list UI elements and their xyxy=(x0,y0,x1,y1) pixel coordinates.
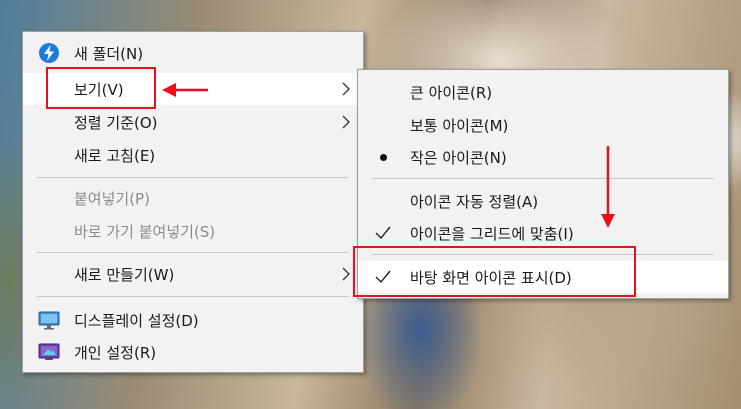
menu-item-new[interactable]: 새로 만들기(W) xyxy=(23,258,363,290)
menu-item-personalize[interactable]: 개인 설정(R) xyxy=(23,336,363,368)
menu-separator xyxy=(37,296,349,297)
menu-item-label: 바로 가기 붙여넣기(S) xyxy=(74,222,216,241)
bullet-icon xyxy=(380,154,387,161)
view-submenu: 큰 아이콘(R) 보통 아이콘(M) 작은 아이콘(N) 아이콘 자동 정렬(A… xyxy=(357,69,729,299)
menu-item-label: 큰 아이콘(R) xyxy=(410,83,493,102)
menu-item-paste-shortcut[interactable]: 바로 가기 붙여넣기(S) xyxy=(23,215,363,247)
menu-item-label: 붙여넣기(P) xyxy=(74,189,150,208)
menu-item-label: 보통 아이콘(M) xyxy=(410,116,509,135)
menu-item-label: 새로 고침(E) xyxy=(74,146,156,165)
menu-item-label: 새 폴더(N) xyxy=(74,44,144,63)
chevron-right-icon xyxy=(342,115,350,129)
checkmark-icon xyxy=(375,270,391,284)
menu-item-label: 바탕 화면 아이콘 표시(D) xyxy=(410,268,572,287)
monitor-icon xyxy=(37,308,61,332)
submenu-item-auto-arrange[interactable]: 아이콘 자동 정렬(A) xyxy=(358,185,728,217)
submenu-item-large-icons[interactable]: 큰 아이콘(R) xyxy=(358,76,728,108)
submenu-item-show-desktop-icons[interactable]: 바탕 화면 아이콘 표시(D) xyxy=(358,261,728,293)
menu-item-new-folder[interactable]: 새 폴더(N) xyxy=(23,37,363,69)
personalize-icon xyxy=(37,340,61,364)
desktop-context-menu: 새 폴더(N) 보기(V) 정렬 기준(O) 새로 고침(E) 붙여넣기(P) … xyxy=(22,31,364,373)
menu-item-label: 새로 만들기(W) xyxy=(74,265,175,284)
submenu-item-medium-icons[interactable]: 보통 아이콘(M) xyxy=(358,109,728,141)
menu-item-label: 보기(V) xyxy=(74,80,124,99)
menu-item-view[interactable]: 보기(V) xyxy=(23,73,363,105)
menu-item-paste[interactable]: 붙여넣기(P) xyxy=(23,182,363,214)
checkmark-icon xyxy=(375,226,391,240)
menu-separator xyxy=(37,177,349,178)
menu-item-label: 개인 설정(R) xyxy=(74,343,157,362)
menu-item-label: 작은 아이콘(N) xyxy=(410,148,507,167)
chevron-right-icon xyxy=(342,267,350,281)
submenu-item-align-to-grid[interactable]: 아이콘을 그리드에 맞춤(I) xyxy=(358,217,728,249)
chevron-right-icon xyxy=(342,82,350,96)
menu-item-label: 아이콘 자동 정렬(A) xyxy=(410,192,539,211)
menu-separator xyxy=(37,252,349,253)
submenu-item-small-icons[interactable]: 작은 아이콘(N) xyxy=(358,141,728,173)
menu-item-label: 아이콘을 그리드에 맞춤(I) xyxy=(410,224,574,243)
menu-separator xyxy=(372,178,714,179)
menu-item-display-settings[interactable]: 디스플레이 설정(D) xyxy=(23,304,363,336)
menu-item-refresh[interactable]: 새로 고침(E) xyxy=(23,139,363,171)
menu-item-label: 정렬 기준(O) xyxy=(74,113,158,132)
menu-item-sort-by[interactable]: 정렬 기준(O) xyxy=(23,106,363,138)
menu-separator xyxy=(372,254,714,255)
menu-item-label: 디스플레이 설정(D) xyxy=(74,311,199,330)
lightning-icon xyxy=(37,41,61,65)
